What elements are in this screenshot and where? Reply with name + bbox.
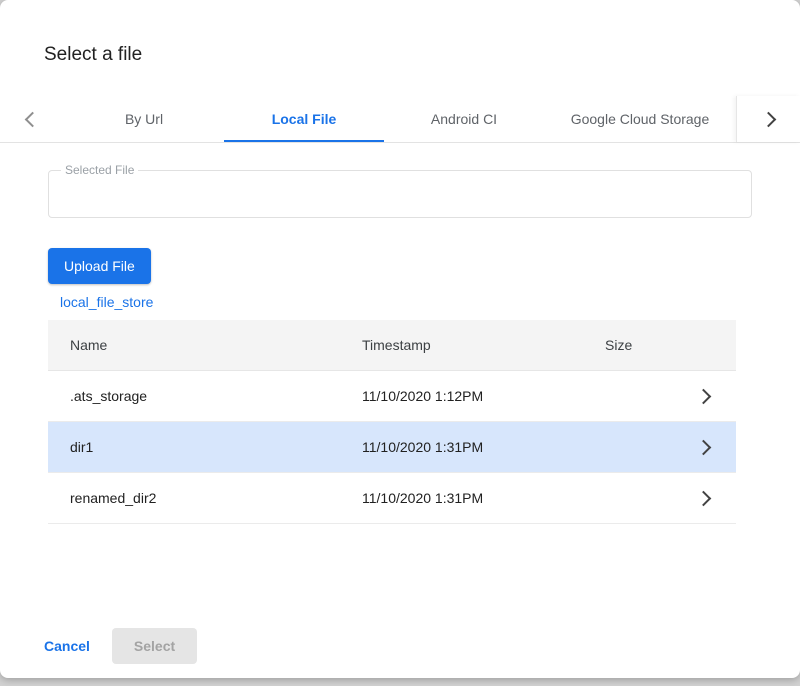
select-button[interactable]: Select (112, 628, 197, 664)
tabs-next-button[interactable] (736, 96, 800, 142)
tab-bar: By Url Local File Android CI Google Clou… (0, 96, 800, 143)
chevron-right-icon (695, 490, 711, 506)
file-browser-table: Name Timestamp Size .ats_storage 11/10/2… (48, 320, 736, 524)
chevron-right-icon (761, 111, 777, 127)
tab-by-url[interactable]: By Url (64, 96, 224, 142)
chevron-left-icon (24, 111, 40, 127)
file-name: renamed_dir2 (48, 490, 362, 506)
dialog-actions: Cancel Select (36, 628, 197, 664)
table-row[interactable]: .ats_storage 11/10/2020 1:12PM (48, 371, 736, 422)
row-open-button[interactable] (670, 442, 736, 453)
tab-panel-local-file: Selected File Upload File local_file_sto… (0, 170, 800, 524)
selected-file-label: Selected File (61, 163, 138, 177)
tab-local-file[interactable]: Local File (224, 96, 384, 142)
selected-file-input[interactable] (49, 171, 751, 217)
column-header-name: Name (48, 337, 362, 353)
file-timestamp: 11/10/2020 1:12PM (362, 388, 605, 404)
tab-google-cloud-storage[interactable]: Google Cloud Storage (544, 96, 736, 142)
tab-android-ci[interactable]: Android CI (384, 96, 544, 142)
column-header-timestamp: Timestamp (362, 337, 605, 353)
tabs-prev-button[interactable] (0, 96, 64, 142)
table-header-row: Name Timestamp Size (48, 320, 736, 371)
local-file-store-link[interactable]: local_file_store (60, 294, 153, 310)
selected-file-field[interactable]: Selected File (48, 170, 752, 218)
file-name: dir1 (48, 439, 362, 455)
row-open-button[interactable] (670, 493, 736, 504)
table-row[interactable]: renamed_dir2 11/10/2020 1:31PM (48, 473, 736, 524)
dialog-title: Select a file (0, 0, 800, 66)
tab-list: By Url Local File Android CI Google Clou… (64, 96, 736, 142)
select-file-dialog: Select a file By Url Local File Android … (0, 0, 800, 678)
chevron-right-icon (695, 439, 711, 455)
row-open-button[interactable] (670, 391, 736, 402)
upload-file-button[interactable]: Upload File (48, 248, 151, 284)
file-timestamp: 11/10/2020 1:31PM (362, 490, 605, 506)
table-row[interactable]: dir1 11/10/2020 1:31PM (48, 422, 736, 473)
column-header-size: Size (605, 337, 670, 353)
cancel-button[interactable]: Cancel (36, 630, 98, 662)
chevron-right-icon (695, 388, 711, 404)
file-timestamp: 11/10/2020 1:31PM (362, 439, 605, 455)
file-name: .ats_storage (48, 388, 362, 404)
